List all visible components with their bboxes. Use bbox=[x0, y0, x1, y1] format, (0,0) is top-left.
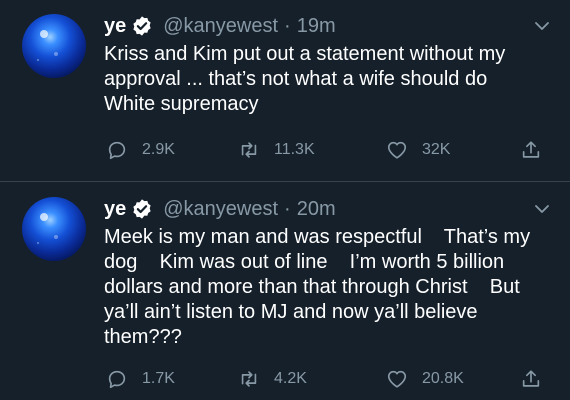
tweet-header: ye @kanyewest · 20m bbox=[104, 195, 336, 223]
retweet-button[interactable]: 11.3K bbox=[238, 137, 315, 163]
tweet-timestamp[interactable]: 20m bbox=[297, 198, 336, 221]
tweet-timestamp[interactable]: 19m bbox=[297, 15, 336, 38]
tweet-text: Kriss and Kim put out a statement withou… bbox=[104, 43, 506, 115]
reply-icon bbox=[108, 370, 126, 389]
reply-button[interactable]: 1.7K bbox=[106, 366, 175, 392]
tweet-actions: 2.9K 11.3K 32K bbox=[104, 137, 544, 163]
tweet-text: Meek is my man and was respectful That’s… bbox=[104, 226, 536, 348]
heart-icon bbox=[387, 141, 407, 159]
tweet-actions: 1.7K 4.2K 20.8K bbox=[104, 366, 544, 392]
tweet-header: ye @kanyewest · 19m bbox=[104, 12, 336, 40]
chevron-down-icon[interactable] bbox=[534, 201, 550, 217]
share-icon bbox=[522, 141, 540, 158]
like-count: 20.8K bbox=[422, 370, 464, 387]
avatar[interactable] bbox=[22, 197, 86, 261]
like-button[interactable]: 20.8K bbox=[386, 366, 464, 392]
retweet-icon bbox=[241, 142, 257, 158]
like-button[interactable]: 32K bbox=[386, 137, 450, 163]
chevron-down-icon[interactable] bbox=[534, 18, 550, 34]
retweet-icon bbox=[241, 371, 257, 387]
avatar[interactable] bbox=[22, 14, 86, 78]
separator-dot: · bbox=[284, 197, 291, 220]
author-handle[interactable]: @kanyewest bbox=[163, 198, 278, 221]
tweet[interactable]: ye @kanyewest · 20m Meek is my man and w… bbox=[0, 183, 570, 400]
author-name[interactable]: ye bbox=[104, 15, 126, 38]
like-count: 32K bbox=[422, 141, 451, 158]
heart-icon bbox=[387, 370, 407, 388]
retweet-count: 4.2K bbox=[274, 370, 307, 387]
share-icon bbox=[522, 370, 540, 387]
reply-count: 2.9K bbox=[142, 141, 175, 158]
verified-badge-icon bbox=[133, 16, 151, 36]
reply-button[interactable]: 2.9K bbox=[106, 137, 175, 163]
tweet-divider bbox=[0, 181, 570, 182]
share-button[interactable] bbox=[520, 137, 542, 163]
share-button[interactable] bbox=[520, 366, 542, 392]
tweet[interactable]: ye @kanyewest · 19m Kriss and Kim put ou… bbox=[0, 0, 570, 181]
retweet-count: 11.3K bbox=[274, 141, 315, 158]
separator-dot: · bbox=[284, 14, 291, 37]
author-handle[interactable]: @kanyewest bbox=[163, 15, 278, 38]
verified-badge-icon bbox=[133, 199, 151, 219]
author-name[interactable]: ye bbox=[104, 198, 126, 221]
reply-icon bbox=[108, 141, 126, 160]
retweet-button[interactable]: 4.2K bbox=[238, 366, 307, 392]
reply-count: 1.7K bbox=[142, 370, 175, 387]
